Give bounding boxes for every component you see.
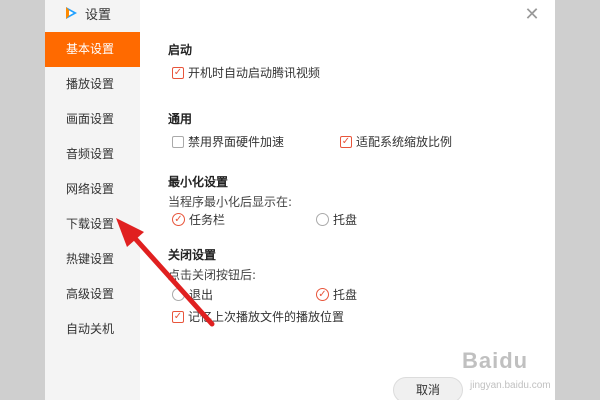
remember-position-checkbox[interactable]: ✓ 记忆上次播放文件的播放位置 [172, 308, 344, 325]
settings-content: 启动 ✓ 开机时自动启动腾讯视频 通用 禁用界面硬件加速 ✓ 适配系统缩放比例 … [168, 0, 555, 400]
checkbox-checked-icon: ✓ [340, 135, 352, 148]
checkbox-checked-icon: ✓ [172, 66, 184, 79]
close-exit-radio[interactable]: 退出 [172, 286, 213, 303]
section-title-minimize: 最小化设置 [168, 175, 229, 189]
radio-checked-icon: ✓ [316, 288, 329, 301]
sidebar-item-basic[interactable]: 基本设置 [45, 32, 140, 67]
radio-checked-icon: ✓ [172, 213, 185, 226]
hw-accel-checkbox[interactable]: 禁用界面硬件加速 [172, 133, 284, 150]
sidebar-item-network[interactable]: 网络设置 [45, 172, 140, 207]
radio-unchecked-icon [316, 213, 329, 226]
sidebar-item-audio[interactable]: 音频设置 [45, 137, 140, 172]
dpi-scale-label: 适配系统缩放比例 [356, 135, 453, 149]
sidebar-item-download[interactable]: 下载设置 [45, 207, 140, 242]
dpi-scale-checkbox[interactable]: ✓ 适配系统缩放比例 [340, 133, 452, 150]
watermark-sub: jingyan.baidu.com [470, 380, 551, 391]
close-hint: 点击关闭按钮后: [168, 268, 257, 282]
sidebar-item-playback[interactable]: 播放设置 [45, 67, 140, 102]
checkbox-checked-icon: ✓ [172, 310, 184, 323]
radio-unchecked-icon [172, 288, 185, 301]
sidebar-nav: 基本设置 播放设置 画面设置 音频设置 网络设置 下载设置 热键设置 高级设置 … [45, 32, 140, 347]
section-title-general: 通用 [168, 112, 193, 126]
exit-label: 退出 [189, 288, 214, 302]
cancel-button[interactable]: 取消 [393, 377, 463, 400]
auto-start-checkbox[interactable]: ✓ 开机时自动启动腾讯视频 [172, 64, 320, 81]
hw-accel-label: 禁用界面硬件加速 [188, 135, 285, 149]
minimize-taskbar-radio[interactable]: ✓ 任务栏 [172, 211, 225, 228]
auto-start-label: 开机时自动启动腾讯视频 [188, 66, 321, 80]
taskbar-label: 任务栏 [189, 213, 226, 227]
remember-position-label: 记忆上次播放文件的播放位置 [188, 310, 345, 324]
window-title: 设置 [85, 7, 112, 23]
sidebar-item-auto-shutdown[interactable]: 自动关机 [45, 312, 140, 347]
checkbox-unchecked-icon [172, 135, 184, 148]
tencent-video-logo-icon [66, 7, 77, 19]
sidebar-item-hotkey[interactable]: 热键设置 [45, 242, 140, 277]
minimize-hint: 当程序最小化后显示在: [168, 195, 293, 209]
close-tray-radio[interactable]: ✓ 托盘 [316, 286, 357, 303]
sidebar-item-picture[interactable]: 画面设置 [45, 102, 140, 137]
window-brand: 设置 [63, 4, 112, 23]
close-tray-label: 托盘 [333, 288, 358, 302]
section-title-startup: 启动 [168, 43, 193, 57]
tray-label: 托盘 [333, 213, 358, 227]
sidebar-item-advanced[interactable]: 高级设置 [45, 277, 140, 312]
minimize-tray-radio[interactable]: 托盘 [316, 211, 357, 228]
sidebar: 设置 基本设置 播放设置 画面设置 音频设置 网络设置 下载设置 热键设置 高级… [45, 0, 140, 400]
watermark-logo: Baidu [462, 348, 529, 373]
settings-dialog: 设置 基本设置 播放设置 画面设置 音频设置 网络设置 下载设置 热键设置 高级… [45, 0, 555, 400]
section-title-close: 关闭设置 [168, 248, 217, 262]
